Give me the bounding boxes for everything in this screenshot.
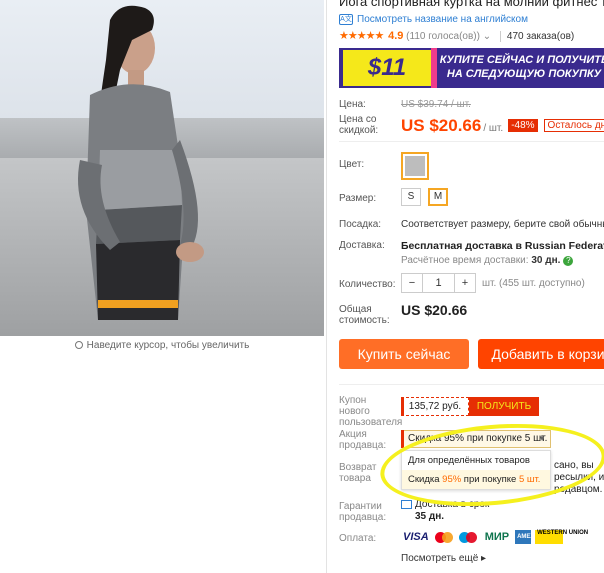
chevron-down-icon: ▼ [538, 434, 546, 443]
rating-value: 4.9 [388, 30, 404, 42]
promo-option-prefix: Скидка [408, 474, 443, 485]
total-label: Общая стоимость: [339, 304, 390, 326]
color-swatch-fill [405, 156, 425, 176]
quantity-minus-button[interactable]: − [402, 274, 422, 292]
color-label: Цвет: [339, 159, 365, 170]
discount-badge: -48% [508, 119, 538, 132]
model-figure [78, 5, 204, 320]
size-option-m[interactable]: M [428, 188, 448, 206]
promo-banner[interactable]: $11 КУПИТЕ СЕЙЧАС И ПОЛУЧИТЕ НА СЛЕДУЮЩУ… [339, 48, 604, 88]
star-rating-icon: ★★★★★ [339, 30, 384, 42]
buy-now-button[interactable]: Купить сейчас [339, 339, 469, 369]
votes-link[interactable]: (110 голоса(ов)) [406, 31, 480, 42]
fit-label: Посадка: [339, 219, 382, 230]
divider [339, 384, 604, 385]
total-price: US $20.66 [401, 302, 468, 318]
column-divider [326, 0, 327, 573]
shipping-time-value: 30 дн. [531, 255, 561, 266]
size-label: Размер: [339, 193, 377, 204]
current-price: US $20.66/ шт. -48% Осталось дне [401, 116, 604, 136]
product-title: Йога спортивная куртка на молнии фитнес … [339, 0, 604, 9]
guarantee-label: Гарантии продавца: [339, 501, 387, 523]
guarantee-info[interactable]: Доставка в срок 35 дн. [401, 499, 489, 523]
promo-option-percent: 95% [442, 474, 462, 485]
coupon-label: Купон нового пользователя [339, 395, 403, 428]
promo-option-quantity: 5 шт. [518, 474, 541, 485]
get-coupon-button[interactable]: ПОЛУЧИТЬ [469, 397, 539, 416]
shipping-text[interactable]: Бесплатная доставка в Russian Federation… [401, 240, 604, 252]
quantity-label: Количество: [339, 279, 396, 290]
product-image[interactable] [0, 0, 324, 336]
payment-label: Оплата: [339, 533, 377, 544]
see-more-link[interactable]: Посмотреть ещё ▸ [401, 553, 486, 564]
coupon-amount: 135,72 руб. [401, 397, 469, 416]
add-to-cart-button[interactable]: Добавить в корзи [478, 339, 604, 369]
guarantee-days: 35 дн. [415, 511, 445, 522]
banner-text-line1: КУПИТЕ СЕЙЧАС И ПОЛУЧИТЕ [439, 54, 604, 66]
banner-amount: $11 [343, 50, 431, 86]
product-details: Йога спортивная куртка на молнии фитнес … [339, 0, 604, 573]
promo-option[interactable]: Для определённых товаров [402, 451, 550, 470]
magnifier-icon [74, 341, 83, 349]
divider [339, 141, 604, 142]
promo-option[interactable]: Скидка 95% при покупке 5 шт. [402, 470, 550, 489]
fit-text: Соответствует размеру, берите свой обычн… [401, 219, 604, 230]
banner-stripe [431, 48, 437, 88]
zoom-hint-text: Наведите курсор, чтобы увеличить [86, 340, 250, 351]
shipping-time-label: Расчётное время доставки: [401, 255, 529, 266]
quantity-stepper: − 1 + [401, 273, 476, 293]
orders-count: 470 заказа(ов) [499, 31, 575, 42]
promo-option-middle: при покупке [461, 474, 519, 485]
banner-text-line2: НА СЛЕДУЮЩУЮ ПОКУПКУ [446, 68, 602, 80]
delivery-icon [401, 499, 412, 509]
help-icon[interactable]: ? [563, 256, 574, 266]
price-unit: / шт. [483, 123, 504, 134]
western-union-icon: WESTERN UNION [535, 530, 588, 544]
color-swatch-gray[interactable] [401, 152, 429, 180]
mastercard-icon [434, 530, 455, 544]
returns-line1: сано, вы [554, 460, 594, 471]
discount-price-label: Цена со скидкой: [339, 114, 379, 136]
amex-icon: AMEX [515, 530, 534, 544]
seller-promo-dropdown: Для определённых товаров Скидка 95% при … [401, 450, 551, 490]
returns-line2: ресылки, и [554, 472, 604, 483]
seller-promo-label: Акция продавца: [339, 429, 387, 451]
size-option-s[interactable]: S [401, 188, 421, 206]
banner-text: КУПИТЕ СЕЙЧАС И ПОЛУЧИТЕ НА СЛЕДУЮЩУЮ ПО… [439, 53, 604, 81]
old-price: US $39.74 / шт. [401, 99, 471, 110]
translate-icon: A文 [339, 14, 353, 25]
visa-icon: VISA [403, 531, 429, 543]
returns-line3: родавцом. [554, 484, 603, 495]
time-left-badge: Осталось дне [543, 119, 604, 132]
english-title-link[interactable]: A文 Посмотреть название на английском [339, 14, 528, 25]
zoom-hint: Наведите курсор, чтобы увеличить [0, 340, 324, 351]
price-label: Цена: [339, 99, 366, 110]
mir-icon: МИР [484, 531, 510, 543]
returns-text: сано, вы ресылки, и родавцом. [554, 460, 604, 496]
payment-methods: VISA МИР AMEX WESTERN UNION [401, 529, 588, 545]
returns-label: Возврат товара [339, 462, 377, 484]
rating-row: ★★★★★ 4.9 (110 голоса(ов)) ⌄ 470 заказа(… [339, 29, 575, 42]
shipping-label: Доставка: [339, 240, 385, 251]
quantity-available: шт. (455 шт. доступно) [482, 278, 585, 289]
shipping-time: Расчётное время доставки: 30 дн.? [401, 255, 574, 266]
quantity-input[interactable]: 1 [422, 274, 455, 292]
quantity-plus-button[interactable]: + [455, 274, 475, 292]
english-title-link-text: Посмотреть название на английском [357, 14, 528, 26]
seller-promo-select[interactable]: Скидка 95% при покупке 5 шт. ▼ [401, 430, 551, 448]
seller-promo-selected: Скидка 95% при покупке 5 шт. [408, 433, 548, 444]
guarantee-text: Доставка в срок [415, 499, 490, 510]
maestro-icon [458, 530, 479, 544]
current-price-value: US $20.66 [401, 116, 482, 135]
chevron-down-icon[interactable]: ⌄ [483, 31, 491, 42]
